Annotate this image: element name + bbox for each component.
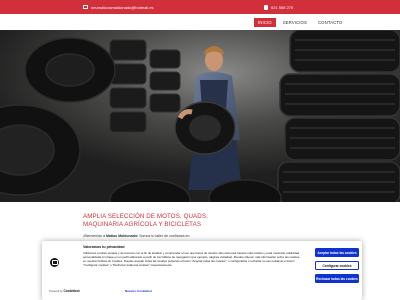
welcome-suffix: ! Somos tu taller de confianza en [137,233,190,238]
email-text[interactable]: neumaticosmaldonado@hotmail.es [91,5,154,10]
powered-by-cookiebot[interactable]: Powered by Cookiebot [49,289,80,293]
nav-menu: INICIO SERVICIOS CONTACTO [254,14,346,30]
business-name: Matias Maldonado [105,233,138,238]
nav-item-servicios[interactable]: SERVICIOS [279,18,311,27]
configure-cookies-button[interactable]: Configurar cookies [315,261,359,270]
mechanic-with-tyres-photo [0,30,400,202]
cookie-description: Utilizamos cookies propias y de terceros… [83,251,300,267]
cookie-consent-banner: Valoramos tu privacidad Utilizamos cooki… [42,241,362,300]
phone-icon [264,4,268,10]
main-navigation: INICIO SERVICIOS CONTACTO [0,14,400,30]
envelope-icon [83,5,88,9]
email-contact[interactable]: neumaticosmaldonado@hotmail.es [83,0,154,14]
page-headline: AMPLIA SELECCIÓN DE MOTOS, QUADS, MAQUIN… [83,213,323,229]
accept-all-cookies-button[interactable]: Aceptar todas las cookies [315,248,359,257]
phone-text[interactable]: 621 558 270 [271,5,293,10]
main-content: AMPLIA SELECCIÓN DE MOTOS, QUADS, MAQUIN… [83,213,323,239]
top-contact-bar: neumaticosmaldonado@hotmail.es 621 558 2… [0,0,400,14]
nav-item-inicio[interactable]: INICIO [254,17,276,27]
welcome-prefix: ¡Bienvenido a [83,233,105,238]
phone-contact[interactable]: 621 558 270 [264,0,293,14]
headline-line-1: AMPLIA SELECCIÓN DE MOTOS, QUADS, [83,213,208,220]
reject-all-cookies-button[interactable]: Rechazar todas las cookies [315,274,359,283]
cookie-title: Valoramos tu privacidad [83,245,125,249]
hero-image [0,30,400,202]
nav-item-contacto[interactable]: CONTACTO [314,18,347,27]
headline-line-2: MAQUINARIA AGRÍCOLA Y BICICLETAS [83,220,202,228]
powered-by-label: Powered by [49,290,63,293]
about-cookiebot-link[interactable]: Nuestro Cookiebot [125,289,152,293]
welcome-text: ¡Bienvenido a Matias Maldonado! Somos tu… [83,234,323,239]
cookie-buttons: Aceptar todas las cookies Configurar coo… [315,248,359,283]
cookiebot-logo: Cookiebot [63,289,80,293]
cookiebot-shield-icon [50,258,59,267]
